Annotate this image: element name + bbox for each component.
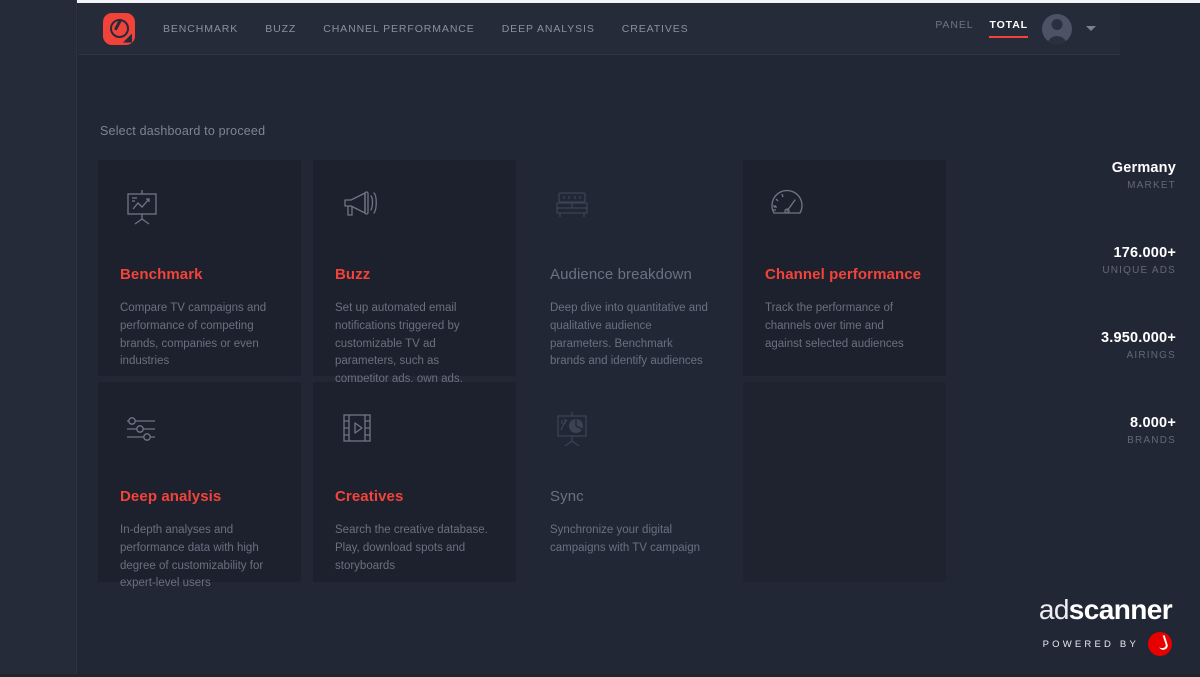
stat-value: 3.950.000+ [1101,330,1176,346]
dashboard-card-deep-analysis[interactable]: Deep analysis In-depth analyses and perf… [98,382,301,589]
stat-value: 176.000+ [1113,245,1176,261]
avatar-body-shape [1047,35,1067,44]
card-description: Compare TV campaigns and performance of … [120,302,267,368]
powered-by-label: POWERED BY [1042,638,1139,650]
brand-word-first: ad [1038,594,1070,625]
card-title: Creatives [335,488,404,505]
stat-value: Germany [1111,160,1176,176]
card-title: Audience breakdown [550,266,692,283]
card-description: Deep dive into quantitative and qualitat… [550,302,708,368]
card-description: Search the creative database. Play, down… [335,524,488,572]
app-root: BENCHMARK BUZZ CHANNEL PERFORMANCE DEEP … [0,0,1200,677]
dashboard-card-grid: Benchmark Compare TV campaigns and perfo… [98,160,970,589]
scope-tab-panel[interactable]: PANEL [935,19,973,38]
presentation-chart-icon [120,186,279,232]
main-content: Select dashboard to proceed Benchmark Co… [78,56,1200,674]
main-nav: BENCHMARK BUZZ CHANNEL PERFORMANCE DEEP … [163,23,689,35]
stat-brands: 8.000+ BRANDS [996,415,1176,446]
scanner-lens-shape [109,19,129,38]
stat-airings: 3.950.000+ AIRINGS [996,330,1176,361]
powered-by-group: POWERED BY [1039,632,1172,656]
avatar-head-shape [1051,18,1063,30]
dashboard-card-audience-breakdown: Audience breakdown Deep dive into quanti… [528,160,731,376]
presentation-pie-icon [550,408,709,454]
card-title: Sync [550,488,584,505]
stat-label: AIRINGS [1126,350,1176,361]
dashboard-card-benchmark[interactable]: Benchmark Compare TV campaigns and perfo… [98,160,301,376]
dashboard-card-placeholder [743,382,946,582]
chevron-down-icon[interactable] [1086,26,1096,31]
megaphone-icon [335,186,494,232]
sliders-icon [120,408,279,454]
brand-footer: adscanner POWERED BY [1038,594,1173,656]
nav-creatives[interactable]: CREATIVES [622,23,689,35]
card-title: Deep analysis [120,488,222,505]
sofa-icon [550,186,709,232]
app-header: BENCHMARK BUZZ CHANNEL PERFORMANCE DEEP … [78,3,1120,55]
brand-wordmark: adscanner [1038,594,1173,625]
stats-panel: Germany MARKET 176.000+ UNIQUE ADS 3.950… [996,160,1176,500]
nav-benchmark[interactable]: BENCHMARK [163,23,238,35]
nav-buzz[interactable]: BUZZ [265,23,296,35]
nav-channel-performance[interactable]: CHANNEL PERFORMANCE [323,23,474,35]
dashboard-card-creatives[interactable]: Creatives Search the creative database. … [313,382,516,582]
stat-unique-ads: 176.000+ UNIQUE ADS [996,245,1176,276]
header-right-group: PANEL TOTAL [935,13,1096,44]
card-description: Synchronize your digital campaigns with … [550,524,700,554]
card-title: Buzz [335,266,371,283]
dashboard-card-sync: Sync Synchronize your digital campaigns … [528,382,731,582]
avatar[interactable] [1042,13,1072,44]
scope-tabs: PANEL TOTAL [935,19,1028,38]
card-title: Benchmark [120,266,203,283]
nav-deep-analysis[interactable]: DEEP ANALYSIS [502,23,595,35]
card-title: Channel performance [765,266,922,283]
stat-market: Germany MARKET [996,160,1176,191]
brand-word-rest: scanner [1068,594,1173,625]
page-title: Select dashboard to proceed [100,124,266,138]
card-description: Track the performance of channels over t… [765,302,904,350]
dashboard-card-buzz[interactable]: Buzz Set up automated email notification… [313,160,516,403]
stat-label: BRANDS [1127,435,1176,446]
scope-tab-total[interactable]: TOTAL [989,19,1028,38]
stat-label: UNIQUE ADS [1102,265,1176,276]
vodafone-mark-icon [1148,632,1172,656]
card-description: In-depth analyses and performance data w… [120,524,264,590]
dashboard-card-channel-performance[interactable]: Channel performance Track the performanc… [743,160,946,376]
adscanner-logo[interactable] [100,10,138,48]
adscanner-logo-icon [103,12,135,45]
stat-value: 8.000+ [1130,415,1176,431]
stat-label: MARKET [1127,180,1176,191]
window-left-gutter [0,0,77,677]
speedometer-icon [765,186,924,232]
film-play-icon [335,408,494,454]
